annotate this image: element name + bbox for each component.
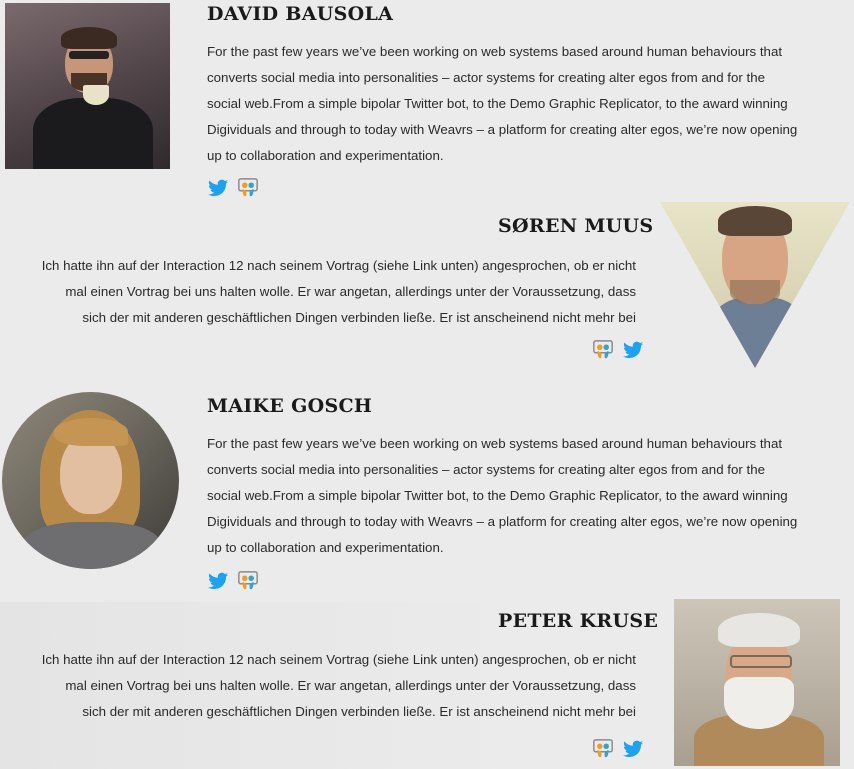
social-links (592, 738, 644, 760)
speaker-photo (2, 392, 179, 569)
slideshare-icon[interactable] (237, 177, 259, 199)
slideshare-icon[interactable] (592, 738, 614, 760)
speaker-soren-muus: SØREN MUUS Ich hatte ihn auf der Interac… (0, 200, 854, 380)
twitter-icon[interactable] (207, 570, 229, 592)
slideshare-icon[interactable] (237, 570, 259, 592)
speaker-photo (5, 3, 170, 169)
speaker-name: DAVID BAUSOLA (207, 3, 394, 25)
social-links (592, 339, 644, 361)
speaker-name: SØREN MUUS (498, 215, 654, 237)
speaker-bio: Ich hatte ihn auf der Interaction 12 nac… (41, 652, 636, 719)
speaker-photo (660, 202, 850, 368)
speaker-maike-gosch: MAIKE GOSCH For the past few years we’ve… (0, 385, 854, 600)
speaker-bio: For the past few years we’ve been workin… (207, 436, 798, 555)
social-links (207, 177, 259, 199)
speaker-david-bausola: DAVID BAUSOLA For the past few years we’… (0, 0, 854, 200)
speaker-bio: Ich hatte ihn auf der Interaction 12 nac… (41, 258, 636, 325)
slideshare-icon[interactable] (592, 339, 614, 361)
twitter-icon[interactable] (207, 177, 229, 199)
speaker-peter-kruse: PETER KRUSE Ich hatte ihn auf der Intera… (0, 599, 854, 769)
social-links (207, 570, 259, 592)
speaker-name: MAIKE GOSCH (207, 395, 373, 417)
twitter-icon[interactable] (622, 339, 644, 361)
speaker-bio: For the past few years we’ve been workin… (207, 44, 798, 163)
speaker-photo (674, 599, 840, 766)
twitter-icon[interactable] (622, 738, 644, 760)
speaker-name: PETER KRUSE (498, 610, 659, 632)
